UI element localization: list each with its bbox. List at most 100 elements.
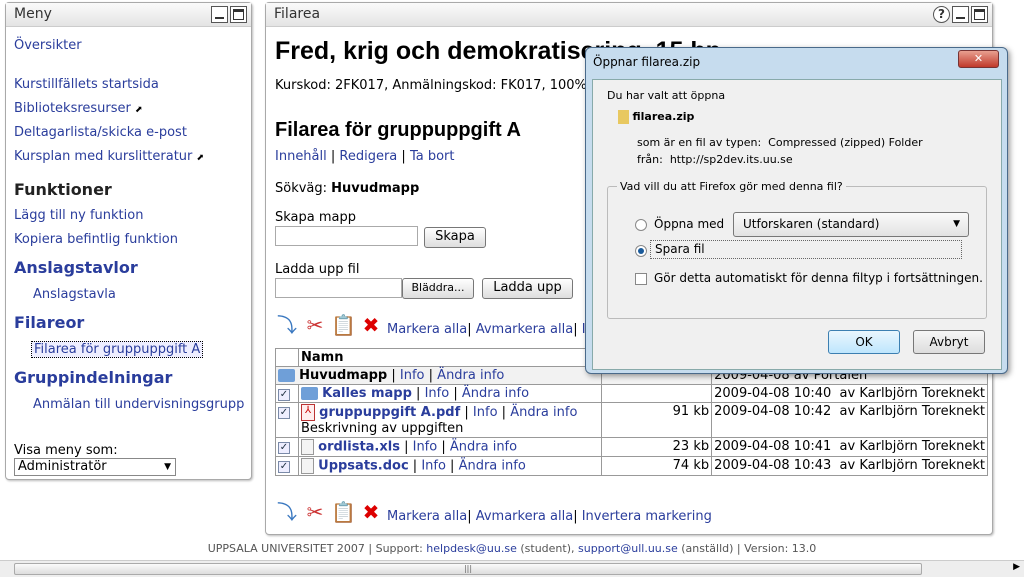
clipboard-icon[interactable]: 📋	[331, 500, 356, 524]
info-link[interactable]: Info	[425, 386, 450, 401]
auto-checkbox[interactable]	[635, 273, 647, 285]
edit-info-link[interactable]: Ändra info	[459, 459, 526, 474]
link-redigera[interactable]: Redigera	[339, 149, 397, 164]
save-file-radio[interactable]	[635, 245, 647, 257]
move-icon[interactable]: ⤵	[275, 313, 299, 337]
row-checkbox[interactable]: ✓	[278, 442, 290, 454]
menu-anmalan[interactable]: Anmälan till undervisningsgrupp	[33, 397, 244, 412]
menu-filarea-active[interactable]: Filarea för gruppuppgift A	[31, 341, 204, 358]
type-label: som är en fil av typen:	[637, 136, 762, 149]
scroll-right-icon[interactable]: ▶	[1013, 562, 1020, 572]
file-link[interactable]: gruppuppgift A.pdf	[319, 405, 460, 420]
open-with-label[interactable]: Öppna med	[654, 217, 724, 231]
minimize-icon[interactable]	[952, 6, 969, 23]
link-ta-bort[interactable]: Ta bort	[410, 149, 455, 164]
from-value: http://sp2dev.its.uu.se	[669, 153, 793, 166]
scrollbar-thumb[interactable]: |||	[14, 563, 922, 575]
edit-info-link[interactable]: Ändra info	[437, 368, 504, 383]
support-link[interactable]: support@ull.uu.se	[578, 542, 678, 555]
app-select-value: Utforskaren (standard)	[743, 217, 880, 231]
file-description: Beskrivning av uppgiften	[301, 421, 464, 436]
footer-text: UPPSALA UNIVERSITET 2007 | Support:	[207, 542, 427, 555]
edit-info-link[interactable]: Ändra info	[510, 405, 577, 420]
menu-biblioteksresurser[interactable]: Biblioteksresurser	[14, 101, 131, 116]
ok-button[interactable]: OK	[828, 330, 900, 354]
create-folder-label: Skapa mapp	[275, 210, 357, 225]
upload-button[interactable]: Ladda upp	[482, 278, 573, 299]
helpdesk-link[interactable]: helpdesk@uu.se	[426, 542, 517, 555]
link-innehall[interactable]: Innehåll	[275, 149, 327, 164]
create-folder-input[interactable]	[275, 226, 418, 246]
horizontal-scrollbar[interactable]: ||| ▶	[0, 560, 1024, 577]
scissors-icon[interactable]: ✂	[303, 500, 327, 524]
menu-startsida[interactable]: Kurstillfällets startsida	[14, 77, 159, 92]
save-file-label[interactable]: Spara fil	[650, 240, 962, 259]
open-with-radio[interactable]	[635, 219, 647, 231]
external-link-icon: ⬈	[196, 153, 205, 163]
main-titlebar: Filarea ?	[266, 3, 992, 27]
root-name: Huvudmapp	[299, 368, 388, 383]
clipboard-icon[interactable]: 📋	[331, 313, 356, 337]
create-button[interactable]: Skapa	[424, 227, 486, 248]
menu-heading-funktioner: Funktioner	[14, 180, 112, 199]
help-icon[interactable]: ?	[933, 6, 950, 23]
deselect-all-link[interactable]: Avmarkera alla	[476, 322, 573, 337]
zip-folder-icon	[618, 110, 629, 124]
upload-file-input[interactable]	[275, 278, 402, 298]
menu-kursplan[interactable]: Kursplan med kurslitteratur	[14, 149, 192, 164]
menu-add-function[interactable]: Lägg till ny funktion	[14, 208, 143, 223]
table-row: ✓ Uppsats.doc | Info | Ändra info 74 kb 20…	[275, 456, 988, 476]
dialog-question: Vad vill du att Firefox gör med denna fi…	[617, 180, 846, 193]
row-checkbox[interactable]: ✓	[278, 407, 290, 419]
info-link[interactable]: Info	[473, 405, 498, 420]
select-all-link[interactable]: Markera alla	[387, 509, 467, 524]
file-link[interactable]: ordlista.xls	[318, 440, 400, 455]
upload-label: Ladda upp fil	[275, 262, 360, 277]
maximize-icon[interactable]	[971, 6, 988, 23]
invert-link[interactable]: Invertera markering	[582, 509, 712, 524]
row-checkbox[interactable]: ✓	[278, 461, 290, 473]
move-icon[interactable]: ⤵	[275, 500, 299, 524]
menu-titlebar: Meny	[6, 3, 251, 27]
select-all-link[interactable]: Markera alla	[387, 322, 467, 337]
visa-meny-select[interactable]: Administratör ▼	[14, 458, 176, 476]
maximize-icon[interactable]	[230, 6, 247, 23]
file-author: av Karlbjörn Toreknekt	[839, 458, 985, 473]
chevron-down-icon: ▼	[164, 462, 171, 472]
info-link[interactable]: Info	[421, 459, 446, 474]
browse-button[interactable]: Bläddra...	[402, 278, 474, 299]
scissors-icon[interactable]: ✂	[303, 313, 327, 337]
info-link[interactable]: Info	[400, 368, 425, 383]
file-author: av Karlbjörn Toreknekt	[839, 404, 985, 419]
table-row: ✓ ordlista.xls | Info | Ändra info 23 kb 2…	[275, 437, 988, 457]
file-date: 2009-04-08 10:41	[714, 439, 832, 454]
path-value: Huvudmapp	[331, 181, 420, 196]
footer: UPPSALA UNIVERSITET 2007 | Support: help…	[0, 542, 1024, 555]
menu-oversikter[interactable]: Översikter	[14, 38, 82, 53]
menu-anslagstavla[interactable]: Anslagstavla	[33, 287, 116, 302]
edit-info-link[interactable]: Ändra info	[462, 386, 529, 401]
menu-panel: Meny Översikter Kurstillfällets startsid…	[5, 2, 252, 480]
deselect-all-link[interactable]: Avmarkera alla	[476, 509, 573, 524]
file-link[interactable]: Uppsats.doc	[318, 459, 409, 474]
main-title: Filarea	[274, 6, 321, 22]
menu-heading-anslagstavlor[interactable]: Anslagstavlor	[14, 258, 138, 277]
chevron-down-icon: ▼	[953, 219, 960, 229]
auto-label[interactable]: Gör detta automatiskt för denna filtyp i…	[654, 271, 983, 285]
menu-deltagarlista[interactable]: Deltagarlista/skicka e-post	[14, 125, 187, 140]
cancel-button[interactable]: Avbryt	[913, 330, 985, 354]
file-link[interactable]: Kalles mapp	[322, 386, 412, 401]
edit-info-link[interactable]: Ändra info	[450, 440, 517, 455]
delete-icon[interactable]: ✖	[359, 500, 383, 524]
file-date: 2009-04-08 10:40	[714, 386, 832, 401]
close-icon[interactable]: ✕	[958, 50, 999, 68]
menu-copy-function[interactable]: Kopiera befintlig funktion	[14, 232, 178, 247]
row-checkbox[interactable]: ✓	[278, 389, 290, 401]
app-select[interactable]: Utforskaren (standard) ▼	[733, 212, 969, 237]
delete-icon[interactable]: ✖	[359, 313, 383, 337]
menu-heading-gruppindelningar[interactable]: Gruppindelningar	[14, 368, 172, 387]
dialog-filename: filarea.zip	[632, 110, 695, 123]
info-link[interactable]: Info	[413, 440, 438, 455]
menu-heading-filareor[interactable]: Filareor	[14, 313, 84, 332]
minimize-icon[interactable]	[211, 6, 228, 23]
